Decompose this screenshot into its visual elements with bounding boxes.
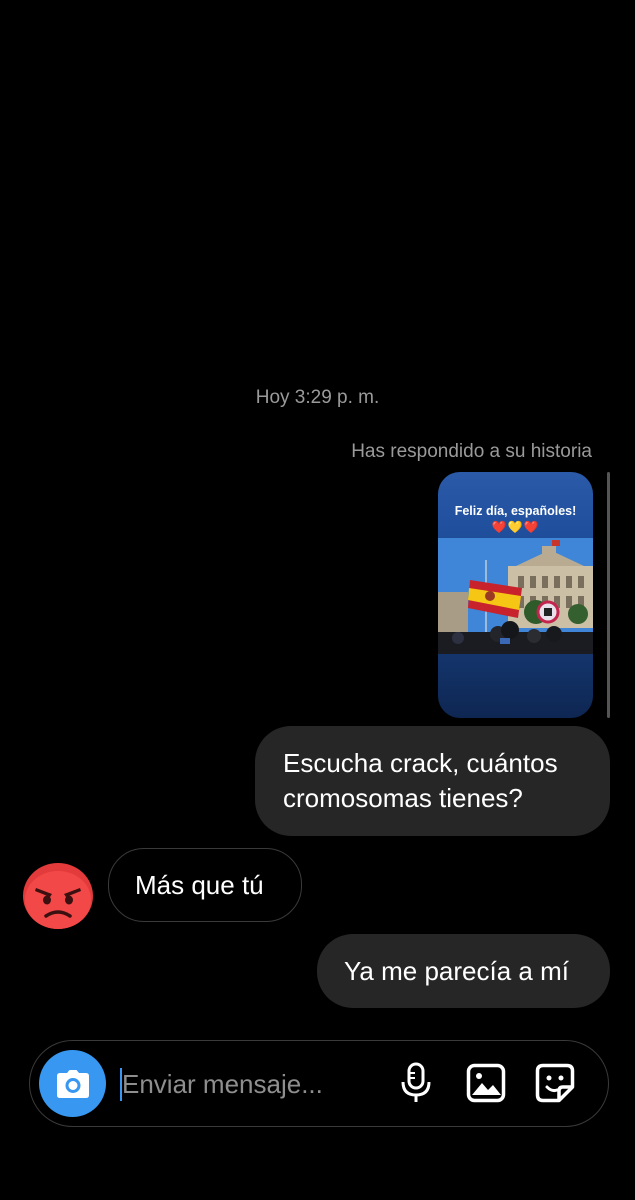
message-timestamp: Hoy 3:29 p. m.	[255, 387, 380, 408]
sticker-button[interactable]	[535, 1063, 575, 1103]
story-hearts-emoji: ❤️💛❤️	[491, 520, 540, 534]
camera-icon	[56, 1069, 89, 1098]
microphone-icon	[401, 1062, 431, 1102]
microphone-button[interactable]	[396, 1062, 436, 1103]
scrollbar[interactable]	[607, 472, 610, 718]
message-text: Más que tú	[135, 869, 264, 900]
direct-message-thread: Hoy 3:29 p. m. Has respondido a su histo…	[0, 0, 635, 1200]
angry-face-avatar-icon[interactable]	[22, 862, 94, 930]
story-reply-note: Has respondido a su historia	[351, 441, 592, 462]
sticker-icon	[535, 1063, 575, 1103]
message-text: Ya me parecía a mí	[344, 955, 569, 986]
received-message-bubble[interactable]: Más que tú	[108, 848, 302, 922]
sent-message-bubble[interactable]: Ya me parecía a mí	[317, 934, 610, 1008]
camera-button[interactable]	[39, 1050, 106, 1117]
message-input[interactable]	[122, 1062, 382, 1106]
gallery-button[interactable]	[466, 1063, 506, 1103]
story-preview[interactable]: Feliz día, españoles! ❤️💛❤️	[438, 472, 593, 718]
sent-message-bubble[interactable]: Escucha crack, cuántos cromosomas tienes…	[255, 726, 610, 836]
gallery-icon	[466, 1063, 506, 1103]
story-photo	[438, 538, 593, 654]
story-caption: Feliz día, españoles!	[454, 504, 577, 518]
message-text: Escucha crack, cuántos cromosomas tienes…	[283, 748, 558, 813]
